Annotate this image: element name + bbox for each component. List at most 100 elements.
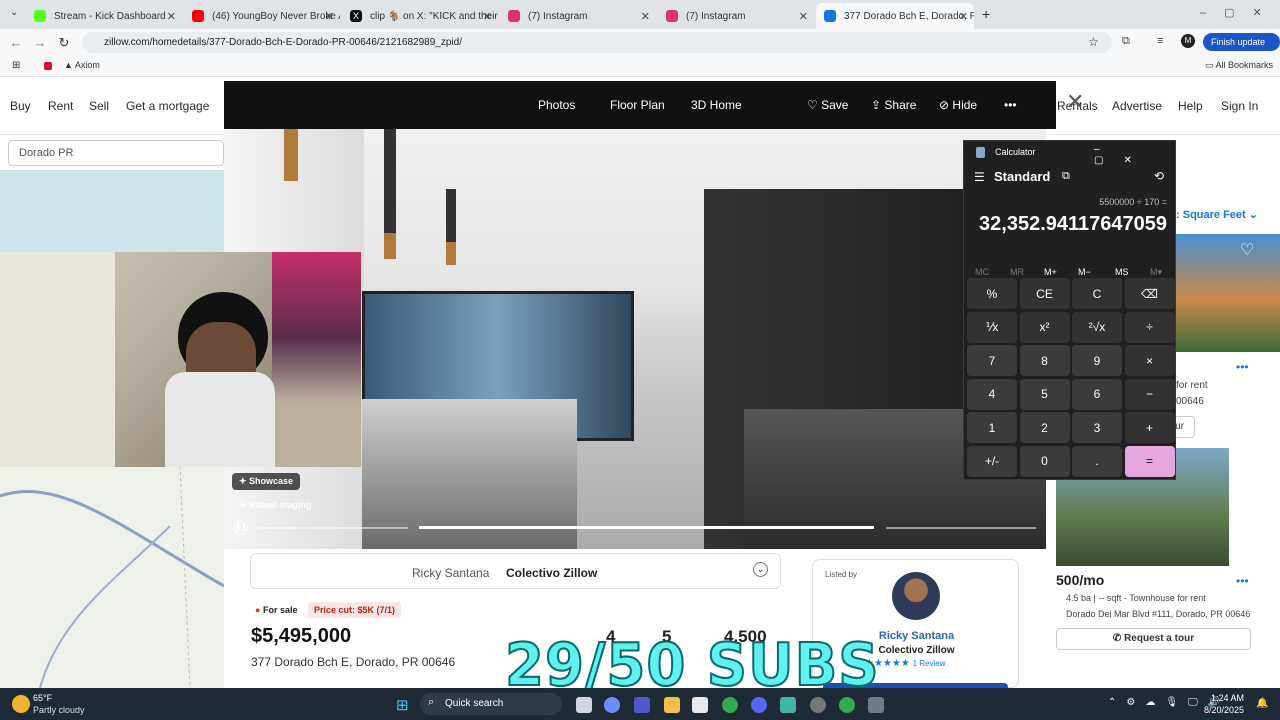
ms-button[interactable]: MS [1115,267,1129,277]
window-controls[interactable]: –▢✕ [1094,144,1175,166]
nav-mortgage[interactable]: Get a mortgage [126,99,209,113]
mc-button[interactable]: MC [975,267,989,277]
reload-icon[interactable]: ↻ [52,35,76,51]
task-view-icon[interactable] [576,697,592,713]
backspace-button[interactable]: ⌫ [1124,278,1175,309]
digit-3-button[interactable]: 3 [1072,412,1122,443]
copilot-icon[interactable] [604,697,620,713]
digit-6-button[interactable]: 6 [1072,378,1122,410]
share-button[interactable]: ⇪ Share [871,98,916,112]
square-button[interactable]: x² [1019,311,1070,343]
heart-icon[interactable]: ♡ [1240,240,1254,260]
clear-entry-button[interactable]: CE [1019,278,1070,309]
tab-list-icon[interactable]: ⌄ [10,7,18,18]
more-icon[interactable]: ••• [1236,360,1249,374]
digit-2-button[interactable]: 2 [1019,412,1070,443]
notepad-icon[interactable] [780,697,796,713]
nav-sell[interactable]: Sell [89,99,109,113]
close-icon[interactable]: ✕ [799,10,808,23]
close-icon[interactable]: ✕ [483,10,492,23]
windows-start-icon[interactable]: ⊞ [396,696,409,714]
decimal-button[interactable]: . [1072,445,1122,477]
profile-avatar[interactable]: M [1181,34,1195,48]
equals-button[interactable]: = [1124,445,1175,477]
percent-button[interactable]: % [967,278,1017,309]
weather-desc[interactable]: Partly cloudy [33,705,85,715]
listing-photo[interactable] [1176,234,1280,352]
hide-button[interactable]: ⊘ Hide [939,98,977,112]
weather-icon[interactable] [12,695,30,713]
tab-3d-home[interactable]: 3D Home [691,98,742,112]
memory-list-button[interactable]: M▾ [1150,267,1162,278]
weather-temp[interactable]: 65°F [33,693,52,703]
close-icon[interactable]: ✕ [641,10,650,23]
search-input[interactable]: ⌕ Quick search [420,693,562,715]
digit-9-button[interactable]: 9 [1072,345,1122,376]
extensions-icon[interactable]: ⧉ [1122,35,1130,48]
close-icon[interactable]: ✕ [1066,89,1084,115]
digit-8-button[interactable]: 8 [1019,345,1070,376]
history-icon[interactable]: ⟲ [1154,169,1164,183]
star-icon[interactable]: ☆ [1088,35,1099,49]
file-explorer-icon[interactable] [664,697,680,713]
save-button[interactable]: ♡ Save [807,98,848,112]
media-icon[interactable]: ≡ [1157,35,1163,47]
request-tour-button[interactable]: ✆ Request a tour [1056,628,1251,650]
window-controls[interactable]: –▢✕ [1200,6,1280,19]
all-bookmarks[interactable]: ▭ All Bookmarks [1205,60,1273,71]
calculator-taskbar-icon[interactable] [868,697,884,713]
clock-date[interactable]: 8/20/2025 [1200,705,1244,715]
teams-icon[interactable] [634,697,650,713]
discord-icon[interactable] [751,697,767,713]
digit-0-button[interactable]: 0 [1019,445,1070,477]
store-icon[interactable] [692,697,708,713]
tab-x[interactable]: Xclip 🐐 on X: "KICK and their n ✕ [342,3,498,29]
close-icon[interactable]: ✕ [167,10,176,23]
sort-dropdown[interactable]: : Square Feet ⌄ [1176,208,1258,221]
menu-icon[interactable]: ☰ [974,170,985,184]
nav-advertise[interactable]: Advertise [1112,99,1162,113]
reviews-count[interactable]: 1 Review [913,659,946,668]
tab-zillow[interactable]: 377 Dorado Bch E, Dorado, PR ✕ [816,3,974,29]
digit-5-button[interactable]: 5 [1019,378,1070,410]
obs-icon[interactable] [810,697,826,713]
clock-time[interactable]: 1:24 AM [1208,693,1244,703]
bookmark-axiom[interactable]: ▲ Axiom [64,60,100,70]
more-icon[interactable]: ••• [1236,574,1249,588]
finish-update-button[interactable]: Finish update ⋮ [1203,33,1280,65]
tab-instagram-2[interactable]: (7) Instagram ✕ [658,3,814,29]
m-plus-button[interactable]: M+ [1044,267,1057,277]
tab-photos[interactable]: Photos [538,98,575,112]
mr-button[interactable]: MR [1010,267,1024,277]
tab-instagram-1[interactable]: (7) Instagram ✕ [500,3,656,29]
more-options-icon[interactable]: ••• [1004,98,1017,112]
clear-button[interactable]: C [1072,278,1122,309]
negate-button[interactable]: +/- [967,445,1017,477]
close-icon[interactable]: ✕ [325,10,334,23]
close-icon[interactable]: ✕ [959,10,968,23]
keep-on-top-icon[interactable]: ⧉ [1062,170,1070,183]
search-input[interactable]: Dorado PR [8,140,224,166]
nav-rent[interactable]: Rent [48,99,73,113]
heart-icon[interactable]: ♡ [1230,452,1244,472]
youtube-bookmark-icon[interactable] [44,62,52,70]
new-tab-button[interactable]: + [982,6,990,22]
map-land[interactable] [0,465,225,689]
square-root-button[interactable]: ²√x [1072,311,1122,343]
tab-floor-plan[interactable]: Floor Plan [610,98,665,112]
pause-icon[interactable]: ❚❚ [234,521,248,535]
agent-bar[interactable]: Ricky Santana Colectivo Zillow ⌄ [250,553,781,589]
tab-youtube[interactable]: (46) YoungBoy Never Broke Ag ✕ [184,3,340,29]
nav-help[interactable]: Help [1178,99,1203,113]
nav-sign-in[interactable]: Sign In [1221,99,1258,113]
nav-buy[interactable]: Buy [10,99,31,113]
multiply-button[interactable]: × [1124,345,1175,376]
subtract-button[interactable]: − [1124,378,1175,410]
m-minus-button[interactable]: M− [1078,267,1091,277]
tab-kick[interactable]: Stream - Kick Dashboard ✕ [26,3,182,29]
chrome-icon[interactable] [722,697,738,713]
url-field[interactable]: zillow.com/homedetails/377-Dorado-Bch-E-… [82,32,1112,53]
digit-7-button[interactable]: 7 [967,345,1017,376]
digit-4-button[interactable]: 4 [967,378,1017,410]
avatar[interactable] [892,572,940,620]
